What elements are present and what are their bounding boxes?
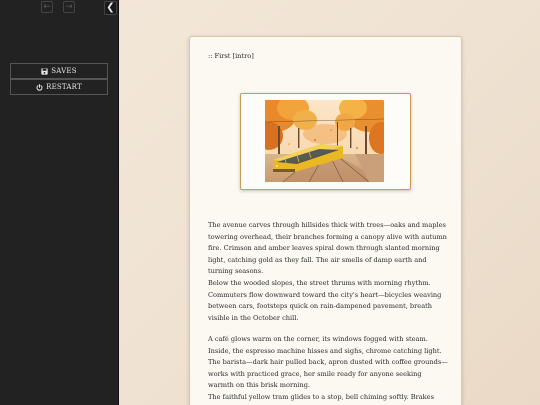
power-icon (36, 83, 43, 91)
history-back-button[interactable]: ← (41, 1, 53, 13)
passage-paragraph: A café glows warm on the corner, its win… (208, 335, 448, 389)
saves-label: SAVES (51, 67, 77, 75)
passage-paragraph: The faithful yellow tram glides to a sto… (208, 393, 434, 405)
chevron-left-icon: ❮ (106, 2, 115, 13)
restart-label: RESTART (46, 83, 82, 91)
history-forward-button[interactable]: → (63, 1, 75, 13)
ui-bar: ← → ❮ SAVES RESTART (0, 0, 119, 405)
arrow-left-icon: ← (43, 2, 51, 12)
restart-button[interactable]: RESTART (10, 79, 108, 95)
image-frame (240, 93, 411, 190)
passage-title: :: First [intro] (208, 52, 254, 60)
passage-paragraph: The avenue carves through hillsides thic… (208, 221, 447, 275)
autumn-tram-illustration (265, 100, 384, 182)
saves-button[interactable]: SAVES (10, 63, 108, 79)
arrow-right-icon: → (65, 2, 73, 12)
save-icon (41, 67, 48, 75)
passage: :: First [intro] The avenue carves throu… (189, 36, 462, 405)
passage-paragraph: Below the wooded slopes, the street thru… (208, 279, 442, 322)
ui-bar-toggle-button[interactable]: ❮ (104, 1, 117, 15)
